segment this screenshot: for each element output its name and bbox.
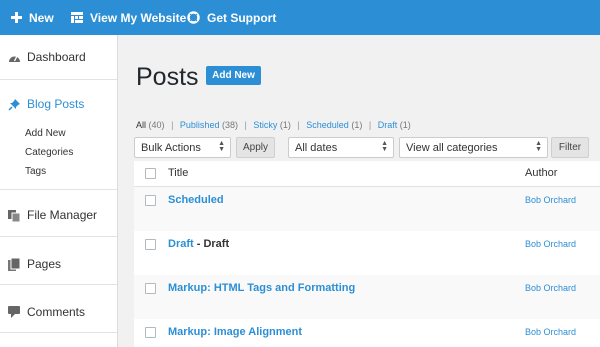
categories-select[interactable]: View all categories ▲ ▼ (399, 137, 548, 158)
filter-sticky[interactable]: Sticky (253, 120, 277, 130)
posts-table: Title Author Scheduled Bob Orchard Draft… (134, 161, 600, 347)
dashboard-icon (7, 50, 21, 64)
main-content: Posts Add New All (40) | Published (38) … (118, 35, 600, 347)
post-title: Markup: Image Alignment (168, 326, 302, 338)
new-button[interactable]: New (11, 0, 54, 35)
row-checkbox[interactable] (145, 195, 156, 206)
filter-separator: | (368, 120, 372, 130)
post-state: - Draft (196, 238, 230, 250)
bulk-actions-select[interactable]: Bulk Actions ▲ ▼ (134, 137, 231, 158)
comment-icon (7, 305, 21, 319)
get-support-label: Get Support (207, 10, 277, 25)
view-website-label: View My Website (90, 10, 187, 25)
table-row: Draft - Draft Bob Orchard (134, 231, 600, 275)
table-row: Markup: HTML Tags and Formatting Bob Orc… (134, 275, 600, 319)
column-author: Author (525, 167, 558, 179)
post-author[interactable]: Bob Orchard (525, 283, 576, 293)
get-support-link[interactable]: Get Support (187, 0, 276, 35)
site-grid-icon (71, 12, 83, 23)
sidebar-item-comments[interactable]: Comments (7, 305, 85, 319)
table-row: Scheduled Bob Orchard (134, 187, 600, 231)
filter-scheduled-count: (1) (351, 120, 363, 130)
sidebar-item-label: Pages (27, 257, 62, 271)
row-checkbox[interactable] (145, 239, 156, 250)
filter-scheduled[interactable]: Scheduled (306, 120, 349, 130)
dates-value: All dates (295, 141, 338, 154)
top-bar: New View My Website Get Support (0, 0, 600, 35)
post-title: Markup: HTML Tags and Formatting (168, 282, 355, 294)
post-title-link[interactable]: Markup: HTML Tags and Formatting (168, 282, 355, 294)
pushpin-icon (7, 97, 21, 111)
add-new-button[interactable]: Add New (206, 66, 261, 85)
row-checkbox[interactable] (145, 327, 156, 338)
sidebar-subitem-add-new[interactable]: Add New (25, 128, 66, 139)
sidebar-item-label: Comments (27, 305, 86, 319)
new-label: New (29, 10, 54, 25)
post-title-link[interactable]: Scheduled (168, 194, 224, 206)
filter-all-count: (40) (148, 120, 165, 130)
filter-published[interactable]: Published (180, 120, 220, 130)
filter-separator: | (244, 120, 247, 130)
pages-icon (7, 257, 21, 271)
filter-published-count: (38) (221, 120, 238, 130)
filter-separator: | (297, 120, 300, 130)
post-author[interactable]: Bob Orchard (525, 327, 576, 337)
sidebar-item-label: File Manager (27, 208, 98, 222)
sidebar-section-pages: Pages (0, 237, 117, 285)
page-title: Posts (136, 63, 199, 91)
post-author[interactable]: Bob Orchard (525, 239, 576, 249)
plus-icon (11, 12, 22, 23)
sidebar-section-comments: Comments (0, 285, 117, 333)
dates-select[interactable]: All dates ▲ ▼ (288, 137, 394, 158)
post-title-link[interactable]: Markup: Image Alignment (168, 326, 302, 338)
sidebar-item-label: Dashboard (27, 50, 86, 64)
sidebar-item-pages[interactable]: Pages (7, 257, 61, 271)
sidebar-section-file-manager: File Manager (0, 190, 117, 237)
table-header: Title Author (134, 161, 600, 187)
sidebar: Dashboard Blog Posts Add New Categories … (0, 35, 118, 347)
sidebar-item-dashboard[interactable]: Dashboard (7, 50, 86, 64)
row-checkbox[interactable] (145, 283, 156, 294)
select-arrows-icon: ▲ ▼ (381, 140, 388, 153)
filter-draft-count: (1) (399, 120, 411, 130)
post-title: Draft - Draft (168, 238, 229, 250)
sidebar-item-blog-posts[interactable]: Blog Posts (7, 97, 84, 111)
select-all-checkbox[interactable] (145, 168, 156, 179)
categories-value: View all categories (406, 141, 498, 154)
sidebar-subitem-tags[interactable]: Tags (25, 166, 46, 177)
sidebar-subitem-categories[interactable]: Categories (25, 147, 73, 158)
sidebar-item-file-manager[interactable]: File Manager (7, 208, 97, 222)
column-title[interactable]: Title (168, 167, 188, 179)
sidebar-item-label: Blog Posts (27, 97, 85, 111)
post-title-link[interactable]: Draft (168, 238, 194, 250)
select-arrows-icon: ▲ ▼ (218, 140, 225, 153)
filter-draft[interactable]: Draft (378, 120, 398, 130)
file-manager-icon (7, 208, 21, 222)
lifebuoy-icon (187, 11, 200, 24)
filter-sticky-count: (1) (279, 120, 291, 130)
post-title: Scheduled (168, 194, 224, 206)
table-row: Markup: Image Alignment Bob Orchard (134, 319, 600, 347)
sidebar-section-dashboard: Dashboard (0, 35, 117, 80)
post-author[interactable]: Bob Orchard (525, 195, 576, 205)
filter-button[interactable]: Filter (551, 137, 589, 158)
select-arrows-icon: ▲ ▼ (535, 140, 542, 153)
view-website-link[interactable]: View My Website (71, 0, 186, 35)
status-filter-links: All (40) | Published (38) | Sticky (1) |… (136, 120, 411, 130)
filter-separator: | (171, 120, 174, 130)
apply-button[interactable]: Apply (236, 137, 275, 158)
sidebar-section-blog-posts: Blog Posts Add New Categories Tags (0, 80, 117, 190)
filter-all[interactable]: All (136, 120, 146, 130)
bulk-actions-value: Bulk Actions (141, 141, 201, 154)
